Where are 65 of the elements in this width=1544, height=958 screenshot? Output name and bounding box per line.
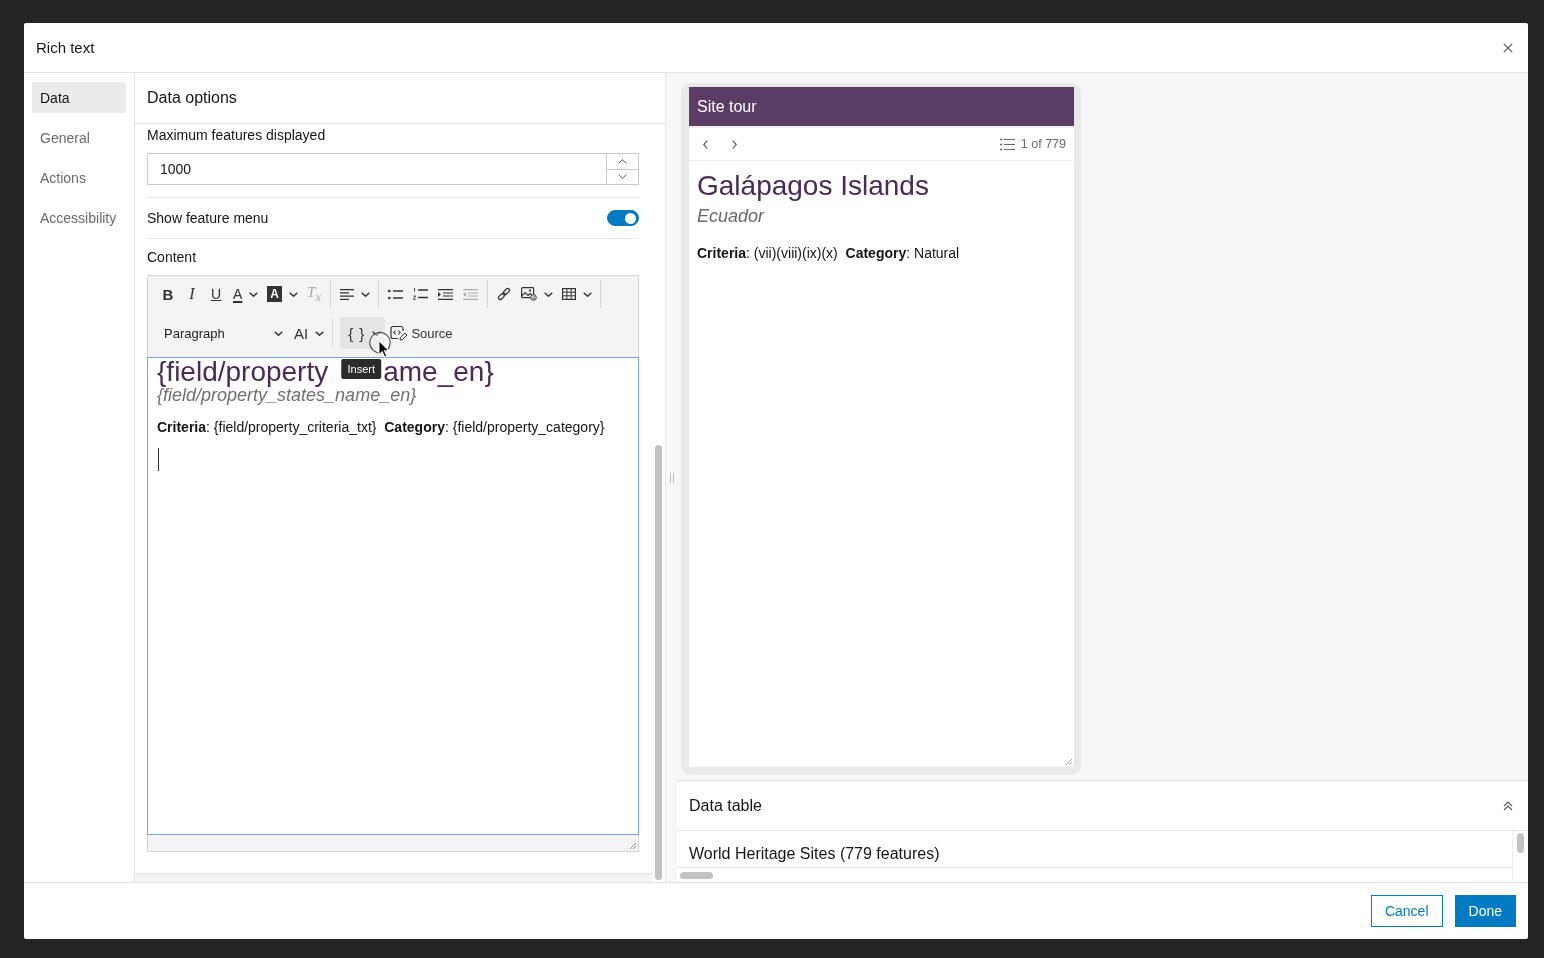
underline-button[interactable]: U	[204, 278, 228, 310]
code-edit-icon	[390, 325, 409, 341]
tooltip: Insert	[341, 359, 382, 379]
font-color-button[interactable]: A	[228, 278, 263, 310]
field-label: Maximum features displayed	[147, 126, 326, 144]
caret-icon	[361, 291, 370, 297]
outdent-icon	[463, 288, 478, 300]
subheading-text: Ecuador	[697, 205, 765, 227]
format-dropdown[interactable]: Paragraph	[156, 317, 289, 349]
list-icon	[999, 137, 1015, 151]
chevron-left-icon	[702, 139, 708, 149]
resize-grip-icon	[1065, 758, 1072, 765]
font-size-button[interactable]: AI	[289, 317, 329, 349]
caret-icon	[372, 330, 382, 336]
bulleted-list-icon	[388, 288, 403, 300]
nav-tab[interactable]: General	[32, 122, 126, 153]
source-button[interactable]: Source	[387, 317, 456, 349]
nav-tab[interactable]: Accessibility	[32, 202, 126, 233]
splitter-handle-icon	[669, 472, 674, 483]
toggle-switch[interactable]	[607, 210, 639, 226]
insert-button[interactable]: { }	[340, 317, 386, 349]
caret-icon	[315, 330, 325, 336]
panel-title: Data table	[689, 796, 762, 815]
double-chevron-up-icon	[1503, 800, 1513, 811]
heading-text: {field/property	[157, 358, 329, 386]
nav-tab[interactable]: Data	[32, 82, 126, 113]
nav-tab[interactable]: Actions	[32, 162, 126, 193]
cancel-button[interactable]: Cancel	[1370, 895, 1443, 927]
subheading-text: {field/property_states_name_en}	[157, 386, 417, 404]
resize-grip-icon	[629, 842, 636, 849]
caret-icon	[249, 291, 259, 297]
bold-button[interactable]: B	[156, 278, 180, 310]
caret-icon	[583, 291, 592, 297]
done-button[interactable]: Done	[1454, 895, 1516, 927]
dialog-title: Rich text	[36, 39, 95, 56]
indent-icon	[438, 288, 453, 300]
text-caret	[158, 448, 159, 471]
number-input[interactable]: 1000	[147, 153, 606, 185]
italic-button[interactable]: I	[180, 278, 204, 310]
card-title: Site tour	[689, 87, 1074, 126]
toggle-label: Show feature menu	[147, 210, 269, 226]
numbered-list-icon	[413, 288, 428, 300]
close-icon	[1503, 42, 1513, 53]
image-icon	[521, 287, 537, 301]
chevron-up-icon	[618, 158, 627, 164]
heading-text: Galápagos Islands	[697, 170, 929, 202]
caret-icon	[289, 291, 298, 297]
chevron-down-icon	[618, 174, 627, 180]
highlight-button[interactable]: A	[262, 278, 302, 310]
field-label: Content	[147, 248, 197, 266]
table-icon	[562, 288, 576, 300]
table-title: World Heritage Sites (779 features)	[689, 845, 940, 863]
scrollbar-thumb[interactable]	[1517, 833, 1524, 853]
caret-icon	[274, 330, 283, 336]
details-text: Criteria: (vii)(viii)(ix)(x) Category: Natural	[697, 245, 960, 262]
align-left-icon	[340, 288, 354, 300]
details-text: Criteria: {field/property_criteria_txt} Category: {field/property_category}	[157, 419, 605, 436]
scrollbar-thumb[interactable]	[655, 445, 662, 880]
scrollbar-thumb[interactable]	[680, 872, 713, 879]
feature-list-button[interactable]: 1 of 779	[999, 137, 1066, 151]
heading-text: ame_en}	[383, 358, 494, 386]
link-icon	[497, 287, 511, 301]
chevron-right-icon	[731, 139, 737, 149]
caret-icon	[544, 291, 553, 297]
section-title: Data options	[147, 89, 237, 107]
